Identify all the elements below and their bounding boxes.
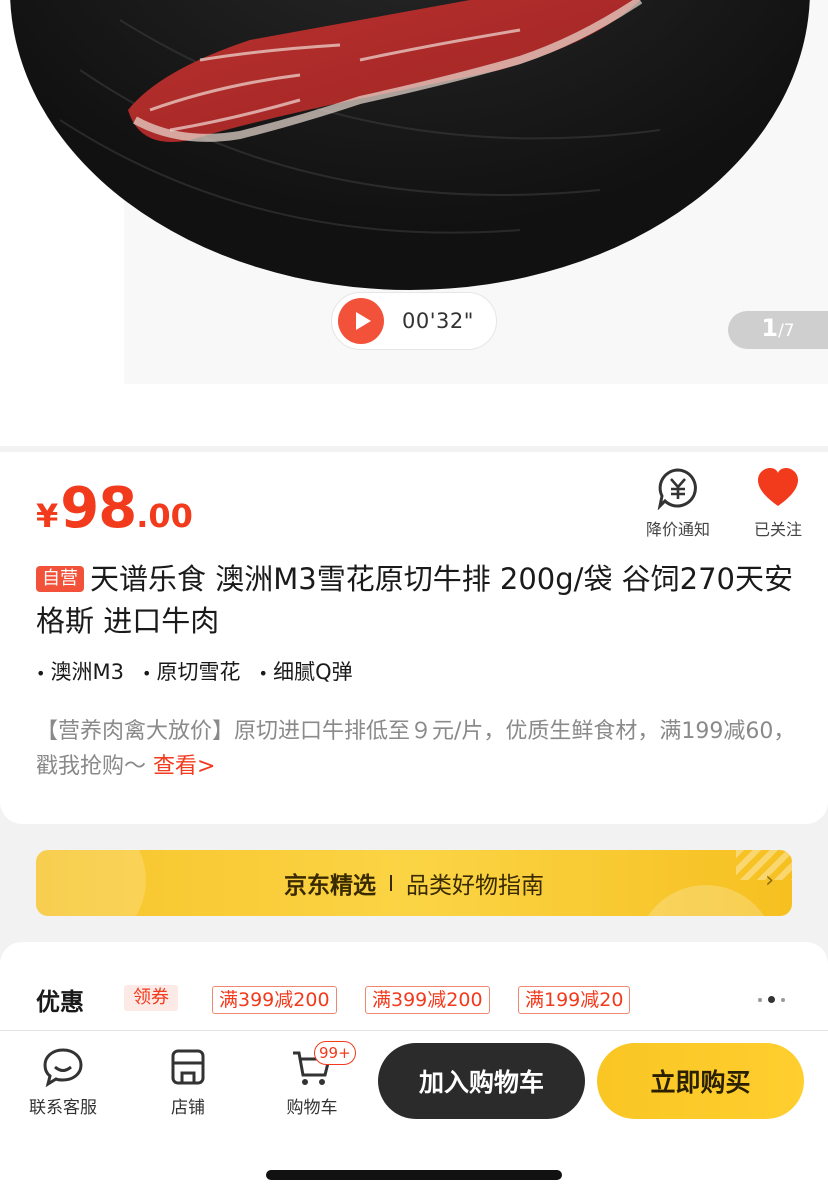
banner-stripes: [736, 850, 792, 880]
feature-item: 澳洲M3: [36, 656, 124, 686]
get-coupon-tag[interactable]: 领券: [124, 985, 178, 1011]
chevron-right-icon: ›: [765, 868, 774, 893]
image-pager: 1 /7: [728, 311, 828, 349]
follow-label: 已关注: [753, 520, 802, 539]
add-to-cart-button[interactable]: 加入购物车: [378, 1043, 585, 1119]
promo-text: 【营养肉禽大放价】原切进口牛排低至９元/片，优质生鲜食材，满199减60，戳我抢…: [36, 714, 796, 784]
chat-face-icon: [43, 1048, 83, 1087]
banner-brand: 京东精选: [284, 873, 376, 899]
feature-item: 细腻Q弹: [259, 656, 353, 686]
shop-label: 店铺: [171, 1098, 205, 1118]
cart-label: 购物车: [286, 1098, 338, 1118]
follow-button[interactable]: 已关注: [733, 466, 823, 540]
coupon-item[interactable]: 满199减20: [518, 986, 631, 1014]
notify-label: 降价通知: [645, 520, 710, 539]
self-operated-tag: 自营: [36, 566, 84, 592]
shop-icon: [171, 1049, 205, 1085]
promo-description: 【营养肉禽大放价】原切进口牛排低至９元/片，优质生鲜食材，满199减60，戳我抢…: [36, 719, 796, 779]
pager-current: 1: [761, 314, 779, 342]
price-integer: 98: [60, 476, 137, 541]
service-label: 联系客服: [29, 1098, 97, 1118]
coupon-item[interactable]: 满399减200: [212, 986, 337, 1014]
product-title-text: 天谱乐食 澳洲M3雪花原切牛排 200g/袋 谷饲270天安格斯 进口牛肉: [36, 562, 794, 638]
cart-button[interactable]: 99+ 购物车: [262, 1041, 362, 1118]
product-title: 自营 天谱乐食 澳洲M3雪花原切牛排 200g/袋 谷饲270天安格斯 进口牛肉: [36, 558, 796, 642]
cart-count-badge: 99+: [314, 1041, 356, 1065]
pager-total: /7: [778, 321, 795, 341]
banner-decoration: [636, 885, 776, 916]
home-indicator-area: [0, 1130, 828, 1198]
coupon-section-label: 优惠: [36, 988, 84, 1016]
price-drop-notify-button[interactable]: 降价通知: [633, 466, 723, 540]
home-indicator[interactable]: [266, 1170, 562, 1180]
coupon-item[interactable]: 满399减200: [365, 986, 490, 1014]
more-dots-icon[interactable]: [758, 996, 791, 1003]
bottom-action-bar: 联系客服 店铺 99+ 购物车 加入购物车 立即购买: [0, 1030, 828, 1130]
heart-icon: [758, 468, 798, 506]
video-duration: 00'32": [402, 309, 474, 333]
product-price: ¥ 98 .00: [36, 476, 193, 541]
price-decimal: .00: [136, 497, 193, 535]
video-play-pill[interactable]: 00'32": [331, 292, 497, 350]
jd-selection-banner[interactable]: 京东精选 品类好物指南 ›: [36, 850, 792, 916]
customer-service-button[interactable]: 联系客服: [13, 1047, 113, 1118]
product-features: 澳洲M3 原切雪花 细腻Q弹: [36, 656, 371, 686]
play-icon[interactable]: [338, 298, 384, 344]
product-image-gallery[interactable]: 00'32" 1 /7: [0, 0, 828, 446]
product-detail-page: 00'32" 1 /7 ¥ 98 .00 降价通知 已关注 自营天谱乐食 澳洲M…: [0, 0, 828, 1198]
shop-button[interactable]: 店铺: [138, 1047, 238, 1118]
feature-item: 原切雪花: [142, 656, 241, 686]
banner-divider: [390, 875, 392, 891]
banner-decoration: [36, 850, 146, 916]
yen-bell-icon: [657, 468, 697, 510]
currency-symbol: ¥: [36, 497, 59, 535]
promo-more-link[interactable]: 查看>: [153, 754, 215, 779]
product-info-card: ¥ 98 .00 降价通知 已关注 自营 天谱乐食 澳洲M3雪花原切牛排 200g…: [0, 452, 828, 824]
buy-now-button[interactable]: 立即购买: [597, 1043, 804, 1119]
coupon-section[interactable]: 优惠 领券 满399减200 满399减200 满199减20: [0, 942, 828, 1042]
banner-subtitle: 品类好物指南: [406, 873, 544, 899]
